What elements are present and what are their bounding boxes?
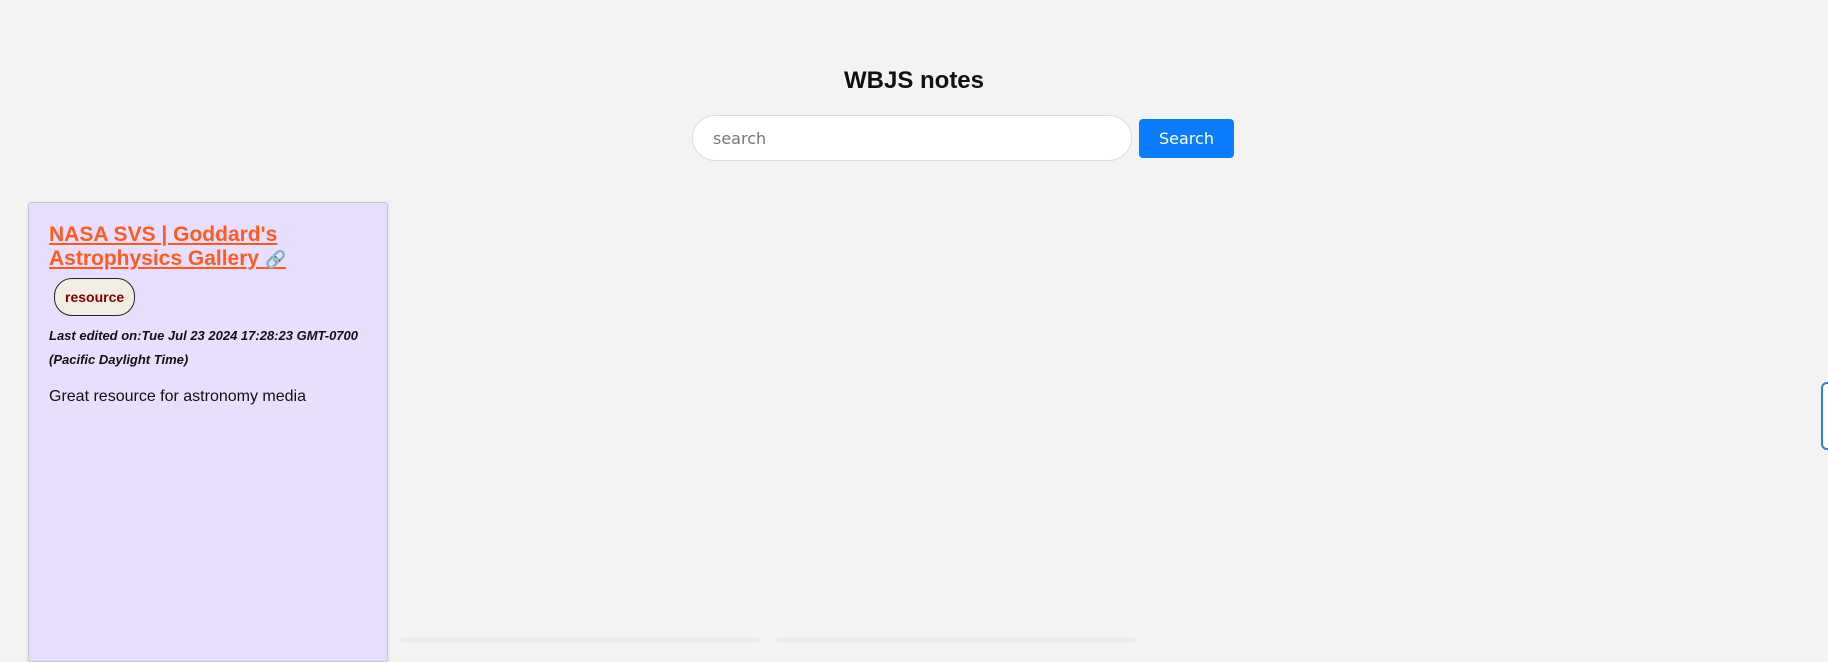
search-button[interactable]: Search	[1139, 118, 1234, 158]
search-input[interactable]	[692, 115, 1132, 161]
note-body: Great resource for astronomy media	[49, 388, 306, 405]
note-card: NASA SVS | Goddard's Astrophysics Galler…	[28, 202, 388, 662]
last-edited-timestamp: Last edited on:Tue Jul 23 2024 17:28:23 …	[49, 328, 358, 367]
link-icon: 🔗	[264, 250, 287, 269]
tag-resource[interactable]: resource	[54, 278, 136, 316]
next-card-edge	[776, 638, 1136, 642]
search-bar: Search	[692, 115, 1234, 161]
note-title-link[interactable]: NASA SVS | Goddard's Astrophysics Galler…	[49, 223, 367, 272]
next-card-edge	[400, 638, 760, 642]
side-panel-handle[interactable]	[1821, 382, 1828, 450]
note-title-text: NASA SVS | Goddard's Astrophysics Galler…	[49, 223, 278, 270]
page-title: WBJS notes	[843, 67, 984, 94]
